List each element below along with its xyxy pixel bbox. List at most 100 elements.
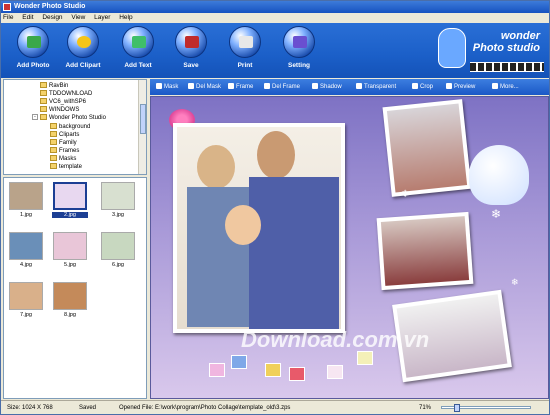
menu-view[interactable]: View <box>71 14 85 21</box>
setting-button[interactable]: Setting <box>275 26 323 76</box>
menu-bar: File Edit Design View Layer Help <box>1 13 549 23</box>
shadow-icon <box>312 83 318 90</box>
tree-item[interactable]: template <box>50 163 82 171</box>
tree-item[interactable]: WINDOWS <box>40 106 79 114</box>
thumbnail-image <box>101 182 135 210</box>
mascot-icon <box>438 28 466 68</box>
ghost-clipart-icon[interactable] <box>469 145 529 205</box>
folder-icon <box>50 139 57 146</box>
frame-label: Frame <box>236 84 254 90</box>
tree-item[interactable]: Family <box>50 139 77 147</box>
effects-toolbar: Mask Del Mask Frame Del Frame Shadow Tra… <box>150 79 549 95</box>
crop-button[interactable]: Crop <box>412 79 433 95</box>
thumbnail-image <box>53 232 87 260</box>
zoom-slider[interactable] <box>441 404 531 412</box>
tree-item[interactable]: Frames <box>50 147 79 155</box>
del-frame-button[interactable]: Del Frame <box>264 79 300 95</box>
tree-item[interactable]: background <box>50 123 90 131</box>
del-frame-label: Del Frame <box>272 84 301 90</box>
family-photo <box>177 127 341 329</box>
menu-edit[interactable]: Edit <box>22 14 33 21</box>
crop-label: Crop <box>420 84 434 90</box>
thumbnail-image <box>53 282 87 310</box>
del-mask-button[interactable]: Del Mask <box>188 79 221 95</box>
transparent-button[interactable]: Transparent <box>356 79 396 95</box>
tree-item-label: Masks <box>59 156 77 162</box>
status-bar: Size: 1024 X 768 Saved Opened File: E:\w… <box>1 400 549 414</box>
tree-item[interactable]: VC6_withSP6 <box>40 98 86 106</box>
add-photo-button[interactable]: Add Photo <box>9 26 57 76</box>
tree-item[interactable]: TDDOWNLOAD <box>40 90 92 98</box>
folder-icon <box>40 82 47 89</box>
crop-icon <box>412 83 418 90</box>
thumbnail-item[interactable]: 8.jpg <box>52 282 88 324</box>
more-label: More... <box>500 84 519 90</box>
gift-icon <box>289 367 305 381</box>
menu-file[interactable]: File <box>3 14 13 21</box>
photo-frame-family[interactable] <box>173 123 345 333</box>
gift-icon <box>209 363 225 377</box>
mask-icon <box>156 83 162 90</box>
more-button[interactable]: More... <box>492 79 519 95</box>
thumbnail-item[interactable]: 4.jpg <box>8 232 44 274</box>
add-text-label: Add Text <box>124 62 152 69</box>
zoom-slider-knob[interactable] <box>454 404 460 412</box>
thumbnail-item[interactable]: 7.jpg <box>8 282 44 324</box>
save-button[interactable]: Save <box>167 26 215 76</box>
tree-item[interactable]: - Wonder Photo Studio <box>32 114 106 122</box>
folder-icon <box>50 123 57 130</box>
filmstrip-icon <box>470 62 544 72</box>
menu-layer[interactable]: Layer <box>94 14 110 21</box>
folder-icon <box>50 131 57 138</box>
folder-icon <box>50 155 57 162</box>
thumbnail-label: 4.jpg <box>20 262 32 268</box>
thumbnail-label: 7.jpg <box>20 312 32 318</box>
mask-button[interactable]: Mask <box>156 79 178 95</box>
add-clipart-button[interactable]: Add Clipart <box>59 26 107 76</box>
menu-help[interactable]: Help <box>119 14 132 21</box>
tree-item-label: VC6_withSP6 <box>49 99 87 105</box>
tree-item[interactable]: Masks <box>50 155 76 163</box>
save-label: Save <box>183 62 199 69</box>
photo-frame-baby-1[interactable] <box>382 99 472 197</box>
folder-icon <box>40 90 47 97</box>
status-state: Saved <box>79 405 97 411</box>
photo-frame-baby-2[interactable] <box>376 211 474 291</box>
window-title: Wonder Photo Studio <box>14 3 86 10</box>
watermark-text: Download.com.vn <box>241 327 430 352</box>
frame-button[interactable]: Frame <box>228 79 253 95</box>
folder-icon <box>40 98 47 105</box>
tree-item-label: RavBin <box>49 83 69 89</box>
thumbnail-item[interactable]: 2.jpg <box>52 182 88 224</box>
folder-tree[interactable]: RavBin TDDOWNLOAD VC6_withSP6 WINDOWS - W… <box>3 79 147 175</box>
thumbnail-label: 3.jpg <box>112 212 124 218</box>
print-button[interactable]: Print <box>221 26 269 76</box>
title-bar: Wonder Photo Studio <box>1 1 549 13</box>
thumbnail-item[interactable]: 6.jpg <box>100 232 136 274</box>
menu-design[interactable]: Design <box>42 14 62 21</box>
scrollbar-thumb[interactable] <box>140 104 146 134</box>
thumbnail-panel: 1.jpg 2.jpg 3.jpg 4.jpg 5.jpg 6.jpg 7.jp… <box>3 177 147 399</box>
collapse-icon[interactable]: - <box>32 114 38 121</box>
tree-item[interactable]: Cliparts <box>50 131 79 139</box>
thumbnail-item[interactable]: 3.jpg <box>100 182 136 224</box>
gift-icon <box>357 351 373 365</box>
thumbnail-image <box>53 182 87 210</box>
status-zoom: 71% <box>419 405 432 411</box>
thumbnail-item[interactable]: 1.jpg <box>8 182 44 224</box>
transparent-label: Transparent <box>364 84 397 90</box>
folder-icon <box>50 147 57 154</box>
tree-scrollbar[interactable] <box>138 80 146 174</box>
preview-button[interactable]: Preview <box>446 79 475 95</box>
thumbnail-label: 2.jpg <box>52 212 88 218</box>
shadow-button[interactable]: Shadow <box>312 79 342 95</box>
thumbnail-image <box>9 182 43 210</box>
tree-item[interactable]: RavBin <box>40 82 68 90</box>
del-mask-label: Del Mask <box>196 84 222 90</box>
collage-canvas[interactable]: ❄ ❄ ❄ Download.com.vn <box>150 96 549 399</box>
tree-item-label: template <box>59 164 83 170</box>
thumbnail-item[interactable]: 5.jpg <box>52 232 88 274</box>
mask-label: Mask <box>164 84 179 90</box>
thumbnail-label: 5.jpg <box>64 262 76 268</box>
add-text-button[interactable]: Add Text <box>114 26 162 76</box>
